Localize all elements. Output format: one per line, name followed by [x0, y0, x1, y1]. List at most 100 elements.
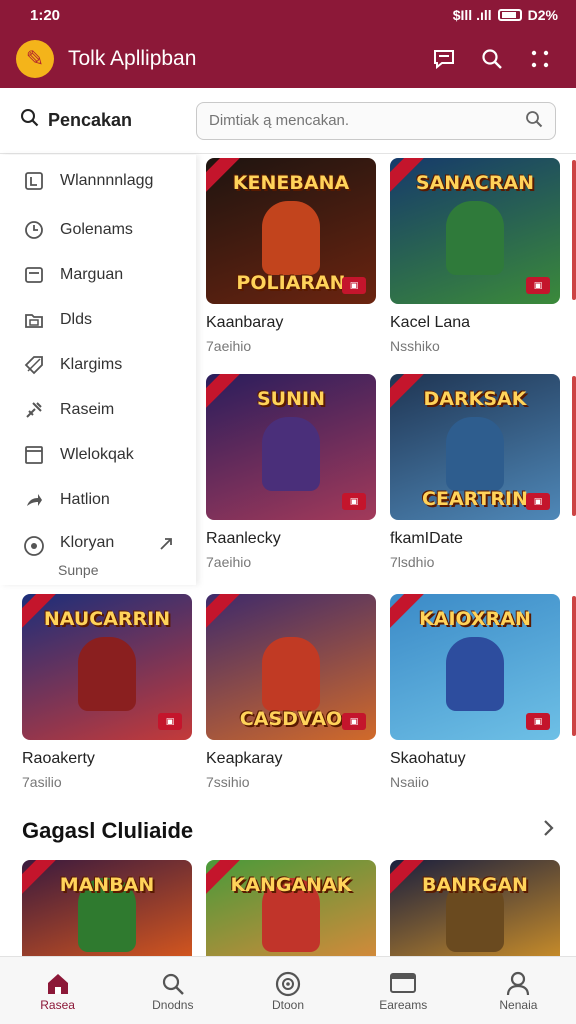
nav-label: Dnodns: [152, 997, 194, 1012]
book-icon: [22, 169, 46, 193]
folder-icon: [22, 308, 46, 332]
search-box[interactable]: [196, 101, 556, 140]
tv-icon: [389, 970, 417, 998]
sidebar-item-label: Raseim: [60, 400, 115, 418]
clock-icon: [22, 218, 46, 242]
sidebar-item-label: Dlds: [60, 310, 93, 328]
search-icon: [161, 970, 185, 998]
sidebar-item-2[interactable]: Marguan: [0, 252, 196, 297]
game-thumbnail[interactable]: BANRGAN: [390, 860, 560, 956]
nav-label: Nenaia: [499, 997, 538, 1012]
hero-figure-icon: [262, 201, 320, 275]
gamepad-icon: [274, 970, 302, 998]
price-badge-icon: ▣: [526, 713, 550, 730]
game-card[interactable]: MANBAN: [22, 860, 192, 956]
game-thumbnail[interactable]: DARKSAK CEARTRIN ▣: [390, 374, 560, 520]
game-thumbnail[interactable]: KANGANAK: [206, 860, 376, 956]
sidebar-item-7[interactable]: Hatlion: [0, 477, 196, 522]
game-subtitle: Nsaiio: [390, 774, 429, 790]
nav-search[interactable]: Dnodns: [115, 957, 230, 1024]
battery-icon: [497, 9, 522, 21]
app-title: Tolk Apllipban: [68, 47, 197, 70]
game-subtitle: 7ssihio: [206, 774, 250, 790]
ribbon-icon: [206, 594, 240, 630]
chat-icon[interactable]: [424, 39, 464, 79]
game-subtitle: Nsshiko: [390, 338, 440, 354]
sidebar-item-1[interactable]: Golenams: [0, 207, 196, 252]
status-time: 1:20: [30, 6, 61, 24]
nav-label: Dtoon: [271, 997, 305, 1012]
search-row: Pencakan: [0, 88, 576, 154]
sidebar-item-3[interactable]: Dlds: [0, 297, 196, 342]
section-header[interactable]: Gagasl Cluliaide: [22, 818, 556, 844]
price-badge-icon: ▣: [526, 493, 550, 510]
game-thumbnail[interactable]: CASDVAO ▣: [206, 594, 376, 740]
section-title: Gagasl Cluliaide: [22, 818, 194, 843]
game-card[interactable]: SUNIN ▣ Raanlecky 7aeihio: [206, 374, 376, 570]
game-card[interactable]: DARKSAK CEARTRIN ▣ fkamIDate 7lsdhio: [390, 374, 560, 570]
hero-figure-icon: [262, 637, 320, 711]
game-thumbnail[interactable]: MANBAN: [22, 860, 192, 956]
sidebar-item-0[interactable]: Wlannnnlagg: [0, 155, 196, 207]
game-card[interactable]: KAIOXRAN ▣ Skaohatuy Nsaiio: [390, 594, 560, 790]
game-thumbnail[interactable]: SUNIN ▣: [206, 374, 376, 520]
signal-icon: $Ill .ıll: [452, 7, 492, 23]
search-input[interactable]: [209, 112, 525, 129]
game-card[interactable]: BANRGAN: [390, 860, 560, 956]
game-card[interactable]: NAUCARRIN ▣ Raoakerty 7asilio: [22, 594, 192, 790]
game-subtitle: 7aeihio: [206, 554, 252, 570]
nav-games[interactable]: Dtoon: [230, 957, 345, 1024]
sidebar-item-label: Wlannnnlagg: [60, 172, 154, 189]
sidebar: Wlannnnlagg Golenams Marguan Dlds Klargi…: [0, 155, 196, 585]
game-thumbnail[interactable]: KENEBANA POLIARAN ▣: [206, 158, 376, 304]
battery-level: D2%: [527, 7, 558, 23]
nav-profile[interactable]: Nenaia: [461, 957, 576, 1024]
sidebar-item-6[interactable]: Wlelokqak: [0, 432, 196, 477]
game-thumbnail[interactable]: NAUCARRIN ▣: [22, 594, 192, 740]
banner-top: BANRGAN: [422, 874, 528, 896]
sidebar-item-4[interactable]: Klargims: [0, 342, 196, 387]
game-subtitle: 7aeihio: [206, 338, 252, 354]
app-bar: ✎ Tolk Apllipban: [0, 30, 576, 88]
nav-tv[interactable]: Eareams: [346, 957, 461, 1024]
game-title: Keapkaray: [206, 750, 283, 767]
search-box-icon[interactable]: [525, 110, 543, 132]
search-label[interactable]: Pencakan: [0, 108, 196, 134]
tools-icon: [22, 398, 46, 422]
price-badge-icon: ▣: [342, 493, 366, 510]
game-card[interactable]: KANGANAK: [206, 860, 376, 956]
game-card[interactable]: KENEBANA POLIARAN ▣ Kaanbaray 7aeihio: [206, 158, 376, 354]
game-title: Skaohatuy: [390, 750, 466, 767]
game-title: Kacel Lana: [390, 314, 471, 331]
hero-figure-icon: [446, 201, 504, 275]
sidebar-item-5[interactable]: Raseim: [0, 387, 196, 432]
search-people-icon[interactable]: [472, 39, 512, 79]
sidebar-item-label: Wlelokqak: [60, 445, 134, 463]
window-icon: [22, 443, 46, 467]
banner-top: MANBAN: [59, 874, 155, 896]
sidebar-item-label: Golenams: [60, 220, 133, 238]
scroll-edge: [572, 596, 576, 736]
game-thumbnail[interactable]: SANACRAN ▣: [390, 158, 560, 304]
game-card[interactable]: CASDVAO ▣ Keapkaray 7ssihio: [206, 594, 376, 790]
game-thumbnail[interactable]: KAIOXRAN ▣: [390, 594, 560, 740]
more-grid-icon[interactable]: [520, 39, 560, 79]
arrow-right-icon: [158, 536, 174, 557]
banner-top: KENEBANA: [232, 172, 350, 194]
nav-home[interactable]: Rasea: [0, 957, 115, 1024]
price-badge-icon: ▣: [526, 277, 550, 294]
scroll-edge: [572, 376, 576, 516]
sidebar-item-sub: Sunpe: [58, 562, 99, 578]
banner-top: KANGANAK: [230, 874, 352, 896]
nav-label: Eareams: [379, 997, 428, 1012]
tag-icon: [22, 353, 46, 377]
chevron-right-icon[interactable]: [542, 818, 556, 844]
hero-figure-icon: [446, 417, 504, 491]
game-card[interactable]: SANACRAN ▣ Kacel Lana Nsshiko: [390, 158, 560, 354]
sidebar-item-last[interactable]: Kloryan Sunpe: [0, 522, 196, 592]
banner-top: SUNIN: [257, 388, 325, 410]
status-right: $Ill .ıll D2%: [453, 7, 558, 23]
game-subtitle: 7asilio: [22, 774, 62, 790]
sidebar-item-label: Marguan: [60, 265, 124, 283]
game-title: Raanlecky: [206, 530, 281, 547]
